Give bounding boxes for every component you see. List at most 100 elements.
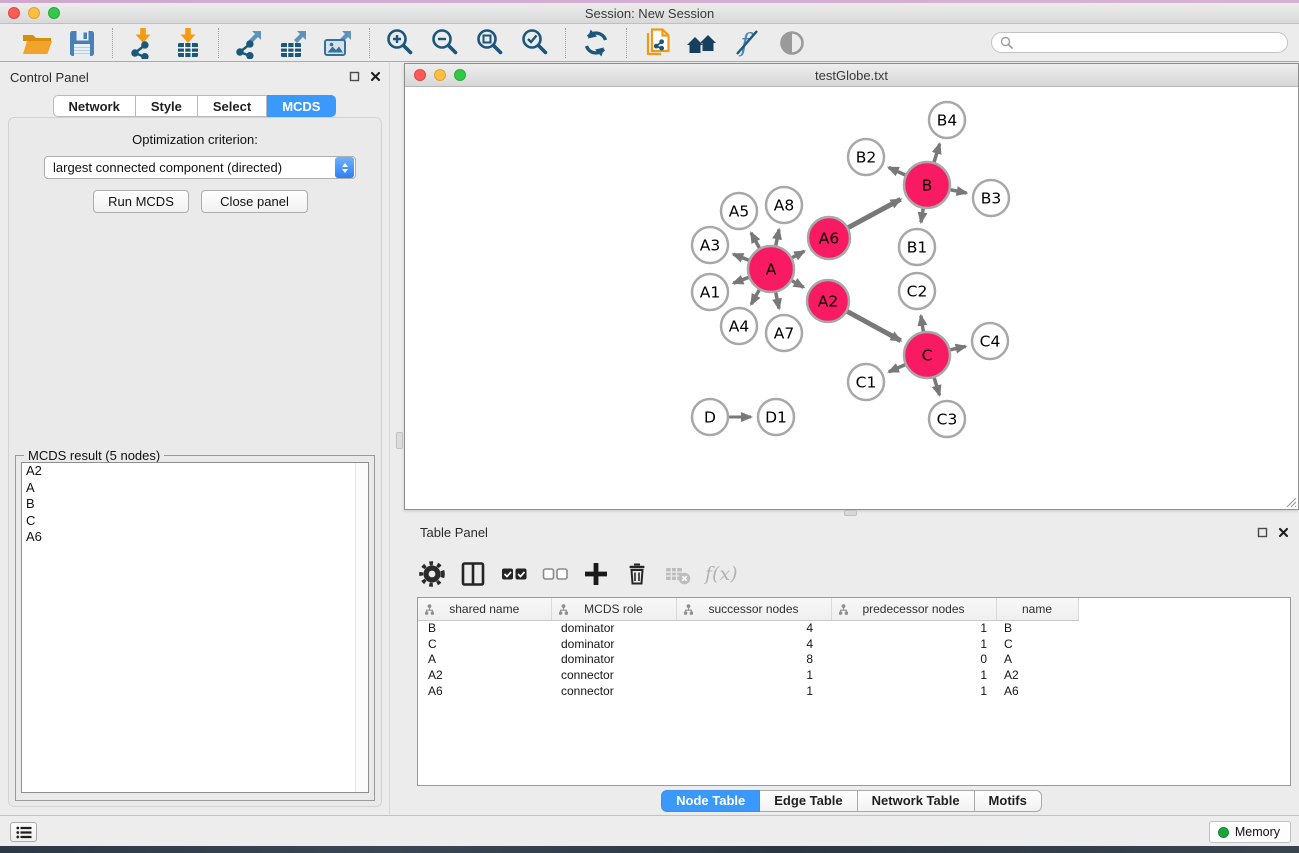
eye-icon[interactable] — [775, 26, 809, 60]
tab-style[interactable]: Style — [136, 95, 198, 117]
main-toolbar: f — [0, 24, 1299, 62]
deselect-all-icon[interactable] — [539, 558, 571, 590]
hide-graphics-details-icon[interactable]: f — [730, 26, 764, 60]
cell-successor-nodes[interactable]: 4 — [676, 620, 831, 636]
cell-shared-name[interactable]: A — [418, 651, 551, 667]
close-panel-button[interactable]: Close panel — [201, 190, 308, 213]
edge-A6-B[interactable] — [846, 199, 901, 229]
resize-grip-icon[interactable] — [1284, 495, 1297, 508]
column-header-mcds-role[interactable]: MCDS role — [551, 598, 676, 620]
search-input[interactable] — [1018, 35, 1279, 50]
close-panel-icon[interactable] — [1278, 527, 1289, 538]
criterion-select[interactable]: largest connected component (directed) — [44, 156, 356, 179]
import-table-icon[interactable] — [171, 26, 205, 60]
cell-successor-nodes[interactable]: 4 — [676, 636, 831, 652]
home-icon[interactable] — [685, 26, 719, 60]
column-header-shared-name[interactable]: shared name — [418, 598, 551, 620]
column-header-name[interactable]: name — [996, 598, 1078, 620]
cell-successor-nodes[interactable]: 8 — [676, 651, 831, 667]
table-row[interactable]: A2connector11A2 — [418, 667, 1290, 683]
gear-icon[interactable] — [416, 558, 448, 590]
tab-network-table[interactable]: Network Table — [858, 790, 975, 812]
zoom-in-icon[interactable] — [383, 26, 417, 60]
add-column-icon[interactable] — [580, 558, 612, 590]
memory-label: Memory — [1235, 825, 1280, 839]
close-panel-icon[interactable] — [370, 71, 381, 82]
table-row[interactable]: Bdominator41B — [418, 620, 1290, 636]
cell-mcds-role[interactable]: dominator — [551, 651, 676, 667]
columns-icon[interactable] — [457, 558, 489, 590]
open-session-icon[interactable] — [20, 26, 54, 60]
function-builder-button[interactable]: f(x) — [703, 558, 738, 590]
network-canvas[interactable]: AA1A2A3A4A5A6A7A8BB1B2B3B4CC1C2C3C4DD1 — [405, 87, 1298, 509]
cell-name[interactable]: A — [996, 651, 1078, 667]
column-header-predecessor-nodes[interactable]: predecessor nodes — [831, 598, 996, 620]
run-mcds-button[interactable]: Run MCDS — [93, 190, 189, 213]
scrollbar-track[interactable] — [355, 463, 368, 792]
tab-motifs[interactable]: Motifs — [975, 790, 1042, 812]
select-all-icon[interactable] — [498, 558, 530, 590]
edge-A2-C[interactable] — [845, 310, 901, 341]
cell-predecessor-nodes[interactable]: 1 — [831, 636, 996, 652]
cell-shared-name[interactable]: B — [418, 620, 551, 636]
export-table-icon[interactable] — [277, 26, 311, 60]
mcds-result-item[interactable]: A — [22, 480, 368, 497]
cell-mcds-role[interactable]: dominator — [551, 620, 676, 636]
mcds-result-list[interactable]: A2ABCA6 — [21, 462, 369, 793]
cell-successor-nodes[interactable]: 1 — [676, 667, 831, 683]
cell-shared-name[interactable]: A6 — [418, 683, 551, 699]
cell-shared-name[interactable]: C — [418, 636, 551, 652]
cell-predecessor-nodes[interactable]: 0 — [831, 651, 996, 667]
clone-network-icon[interactable] — [640, 26, 674, 60]
cell-predecessor-nodes[interactable]: 1 — [831, 667, 996, 683]
task-history-button[interactable] — [10, 822, 37, 842]
delete-column-icon[interactable] — [621, 558, 653, 590]
splitter-handle-vertical[interactable] — [396, 432, 403, 449]
memory-status-icon — [1218, 827, 1229, 838]
cell-mcds-role[interactable]: dominator — [551, 636, 676, 652]
tab-select[interactable]: Select — [198, 95, 267, 117]
mcds-result-item[interactable]: A6 — [22, 529, 368, 546]
cell-mcds-role[interactable]: connector — [551, 667, 676, 683]
mcds-result-item[interactable]: B — [22, 496, 368, 513]
column-header-successor-nodes[interactable]: successor nodes — [676, 598, 831, 620]
cell-name[interactable]: A6 — [996, 683, 1078, 699]
search-box[interactable] — [991, 32, 1288, 53]
float-panel-icon[interactable] — [1257, 527, 1268, 538]
control-panel-tabs: NetworkStyleSelectMCDS — [0, 95, 389, 117]
zoom-selected-icon[interactable] — [518, 26, 552, 60]
export-network-icon[interactable] — [232, 26, 266, 60]
export-image-icon[interactable] — [322, 26, 356, 60]
cell-name[interactable]: C — [996, 636, 1078, 652]
graph-node-label-B: B — [922, 177, 933, 195]
cell-predecessor-nodes[interactable]: 1 — [831, 683, 996, 699]
cell-shared-name[interactable]: A2 — [418, 667, 551, 683]
graph-node-label-D: D — [704, 409, 716, 427]
import-network-icon[interactable] — [126, 26, 160, 60]
cell-name[interactable]: B — [996, 620, 1078, 636]
cell-successor-nodes[interactable]: 1 — [676, 683, 831, 699]
tab-mcds[interactable]: MCDS — [267, 95, 336, 117]
apply-layout-icon[interactable] — [579, 26, 613, 60]
zoom-fit-icon[interactable] — [473, 26, 507, 60]
float-panel-icon[interactable] — [349, 71, 360, 82]
table-row[interactable]: A6connector11A6 — [418, 683, 1290, 699]
node-table[interactable]: shared nameMCDS rolesuccessor nodesprede… — [418, 598, 1290, 698]
memory-button[interactable]: Memory — [1209, 821, 1291, 843]
cell-name[interactable]: A2 — [996, 667, 1078, 683]
save-session-icon[interactable] — [65, 26, 99, 60]
table-row[interactable]: Adominator80A — [418, 651, 1290, 667]
tab-edge-table[interactable]: Edge Table — [760, 790, 857, 812]
optimization-criterion-label: Optimization criterion: — [9, 132, 381, 147]
zoom-out-icon[interactable] — [428, 26, 462, 60]
mcds-result-item[interactable]: C — [22, 513, 368, 530]
edge-B-B4[interactable] — [933, 144, 939, 165]
tab-network[interactable]: Network — [53, 95, 136, 117]
table-row[interactable]: Cdominator41C — [418, 636, 1290, 652]
splitter-handle-horizontal[interactable] — [844, 510, 857, 516]
cell-predecessor-nodes[interactable]: 1 — [831, 620, 996, 636]
mcds-result-item[interactable]: A2 — [22, 463, 368, 480]
cell-mcds-role[interactable]: connector — [551, 683, 676, 699]
tab-node-table[interactable]: Node Table — [661, 790, 760, 812]
delete-table-icon[interactable] — [662, 558, 694, 590]
